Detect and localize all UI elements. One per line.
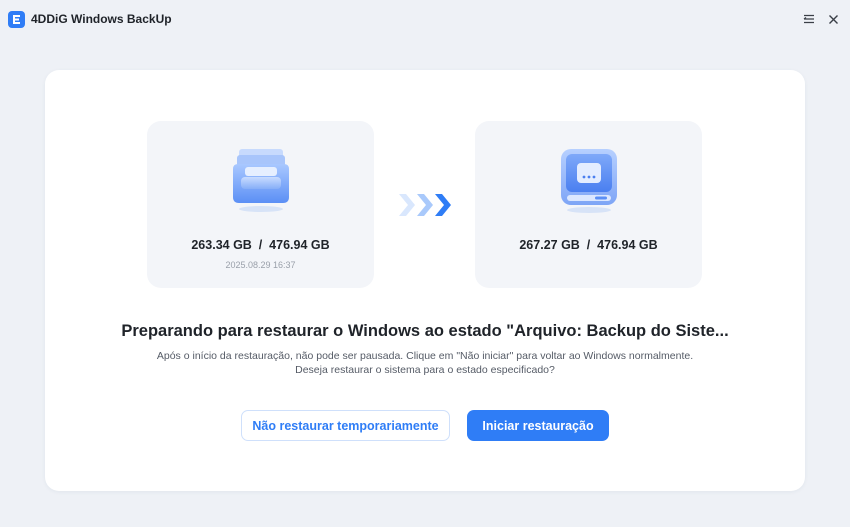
arrow-right-icon [397,193,455,217]
close-icon[interactable] [824,10,842,28]
backup-drive-icon [227,145,295,215]
description-line-1: Após o início da restauração, não pode s… [156,350,694,362]
restore-description: Após o início da restauração, não pode s… [45,349,805,377]
source-disk-size: 263.34 GB / 476.94 GB [191,238,330,252]
source-backup-panel: 263.34 GB / 476.94 GB 2025.08.29 16:37 [147,121,374,288]
restore-card: 263.34 GB / 476.94 GB 2025.08.29 16:37 2… [45,70,805,491]
app-title: 4DDiG Windows BackUp [31,12,172,26]
target-disk-size: 267.27 GB / 476.94 GB [519,238,658,252]
title-bar: 4DDiG Windows BackUp [0,0,850,40]
target-disk-panel: 267.27 GB / 476.94 GB [475,121,702,288]
menu-icon[interactable] [800,10,818,28]
start-restore-button[interactable]: Iniciar restauração [467,410,609,441]
skip-restore-button[interactable]: Não restaurar temporariamente [241,410,450,441]
app-logo-icon [8,11,25,28]
description-line-2: Deseja restaurar o sistema para o estado… [295,364,555,376]
backup-date: 2025.08.29 16:37 [225,260,296,270]
restore-heading: Preparando para restaurar o Windows ao e… [121,322,729,340]
local-disk-icon [555,145,623,215]
